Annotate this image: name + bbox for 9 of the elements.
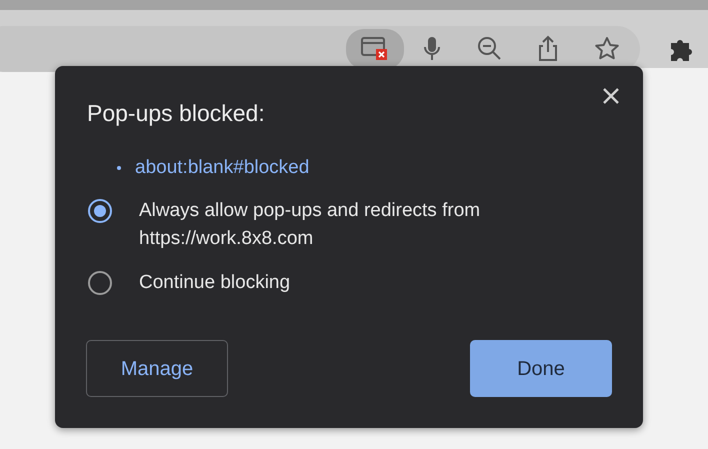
blocked-link[interactable]: about:blank#blocked <box>135 154 310 182</box>
done-button[interactable]: Done <box>470 340 612 397</box>
radio-button[interactable] <box>88 270 112 294</box>
bullet-icon <box>117 166 121 170</box>
dialog-title: Pop-ups blocked: <box>87 100 265 128</box>
radio-button[interactable] <box>88 198 112 222</box>
option-label: Always allow pop-ups and redirects from https://work.8x8.com <box>139 198 482 250</box>
option-label: Continue blocking <box>139 270 290 294</box>
manage-button[interactable]: Manage <box>86 340 228 397</box>
